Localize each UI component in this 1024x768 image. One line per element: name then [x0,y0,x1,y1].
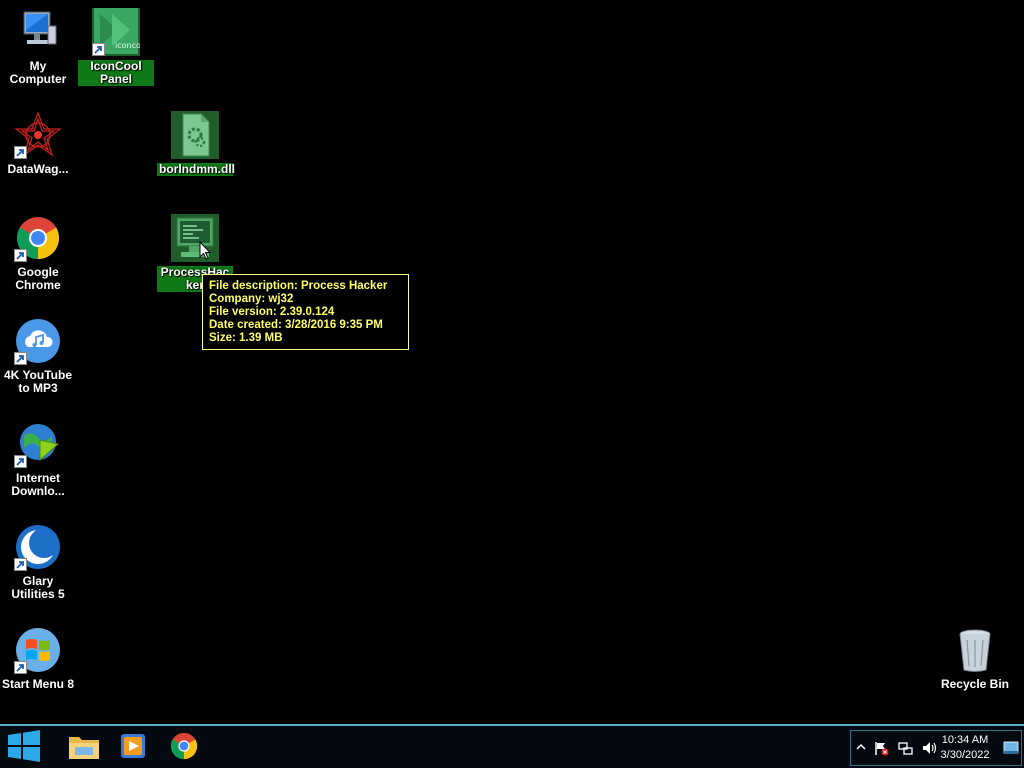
shortcut-arrow-icon [14,455,27,468]
4k-youtube-to-mp3-icon[interactable]: 4K YouTube to MP3 [0,317,76,397]
desktop-icon-label: 4K YouTube to MP3 [3,368,72,395]
shortcut-arrow-icon [14,249,27,262]
chrome-icon [169,731,199,766]
shortcut-arrow-icon [14,661,27,674]
datawag-star-icon [14,111,62,159]
cloud-music-icon [14,317,62,365]
tooltip-line-company: Company: wj32 [209,293,294,305]
glary-utilities-icon[interactable]: Glary Utilities 5 [0,523,76,603]
show-desktop-icon[interactable] [1003,740,1019,756]
clock-date: 3/30/2022 [940,749,990,761]
iconcool-tile-icon: iconcool [92,8,148,56]
tooltip-line-description: File description: Process Hacker [209,280,388,292]
windows-orb-icon [14,626,62,674]
taskbar-media-player[interactable] [111,729,155,767]
file-explorer-icon [67,731,101,766]
desktop-icon-label: Start Menu 8 [2,677,75,691]
desktop-icon-label: DataWag... [7,162,69,176]
desktop-icon-label: Google Chrome [15,265,61,292]
recycle-bin-icon[interactable]: Recycle Bin [937,626,1013,693]
action-center-flag-icon[interactable] [873,740,889,756]
desktop-icon-label: Recycle Bin [940,677,1010,691]
desktop: My Computer iconcool IconCool Panel [0,0,1024,724]
mouse-pointer-icon [199,240,212,265]
system-tray: 10:34 AM 3/30/2022 [850,730,1022,766]
start-button[interactable] [2,729,46,767]
desktop-icon-label: Glary Utilities 5 [11,574,65,601]
datawag-icon[interactable]: DataWag... [0,111,76,178]
globe-download-icon [14,420,62,468]
iconcool-panel-icon[interactable]: iconcool IconCool Panel [78,8,154,88]
desktop-icon-label: My Computer [9,59,67,86]
process-hacker-monitor-icon [171,214,219,262]
chrome-logo-icon [14,214,62,262]
borlndmm-dll-icon[interactable]: borlndmm.dll [157,111,235,178]
taskbar-file-explorer[interactable] [62,729,106,767]
google-chrome-icon[interactable]: Google Chrome [0,214,76,294]
media-player-icon [118,731,148,766]
my-computer-icon[interactable]: My Computer [0,8,76,88]
dll-file-icon [171,111,219,159]
trash-can-icon [951,626,999,674]
glary-moon-icon [14,523,62,571]
chevron-up-icon[interactable] [853,740,869,756]
taskbar: 10:34 AM 3/30/2022 [0,724,1024,768]
desktop-icon-label: borlndmm.dll [157,162,235,176]
internet-download-manager-icon[interactable]: Internet Downlo... [0,420,76,500]
svg-text:iconcool: iconcool [115,41,140,50]
taskbar-chrome[interactable] [162,729,206,767]
tooltip-line-version: File version: 2.39.0.124 [209,306,335,318]
taskbar-clock[interactable]: 10:34 AM 3/30/2022 [935,733,995,763]
shortcut-arrow-icon [14,558,27,571]
tooltip-line-size: Size: 1.39 MB [209,332,283,344]
shortcut-arrow-icon [92,43,105,56]
shortcut-arrow-icon [14,352,27,365]
clock-time: 10:34 AM [941,734,989,746]
network-icon[interactable] [897,740,913,756]
file-info-tooltip: File description: Process Hacker Company… [202,274,409,350]
windows-start-icon [6,729,42,767]
desktop-icon-label: Internet Downlo... [11,471,65,498]
tooltip-line-date: Date created: 3/28/2016 9:35 PM [209,319,383,331]
start-menu-8-icon[interactable]: Start Menu 8 [0,626,76,693]
computer-icon [14,8,62,56]
desktop-icon-label: IconCool Panel [78,60,154,86]
shortcut-arrow-icon [14,146,27,159]
